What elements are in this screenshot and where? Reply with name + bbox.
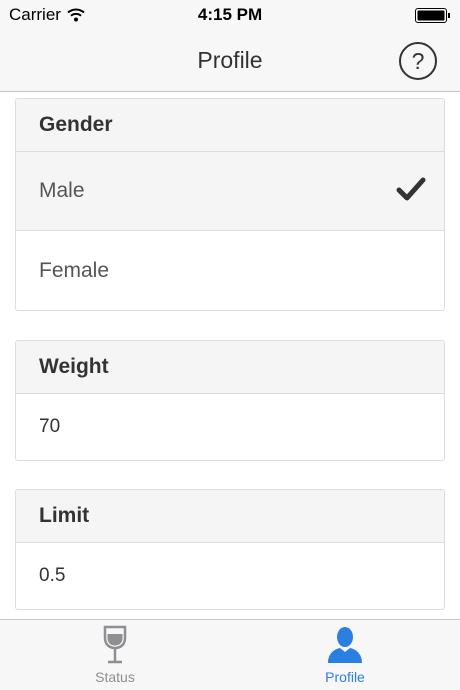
tab-status[interactable]: Status — [0, 620, 230, 690]
gender-option-label: Female — [39, 258, 110, 282]
gender-option-male[interactable]: Male — [16, 152, 444, 231]
gender-option-label: Male — [39, 179, 85, 202]
weight-heading: Weight — [16, 341, 444, 394]
help-circle-icon: ? — [411, 47, 425, 74]
screen: Carrier 4:15 PM Profile ? Gender Male Fe… — [0, 0, 460, 690]
limit-panel: Limit 0.5 — [15, 489, 445, 610]
content: Gender Male Female Weight 70 Limit 0.5 — [0, 92, 460, 619]
weight-panel: Weight 70 — [15, 340, 445, 461]
gender-panel: Gender Male Female — [15, 98, 445, 311]
limit-heading: Limit — [16, 490, 444, 543]
tab-profile[interactable]: Profile — [230, 620, 460, 690]
battery-icon — [415, 8, 450, 23]
gender-option-female[interactable]: Female — [16, 231, 444, 310]
gender-heading: Gender — [16, 99, 444, 152]
status-bar: Carrier 4:15 PM — [0, 0, 460, 30]
weight-field[interactable]: 70 — [16, 394, 444, 460]
status-time: 4:15 PM — [197, 5, 263, 24]
wine-glass-icon — [103, 625, 127, 664]
page-title: Profile — [197, 47, 263, 73]
tab-status-label: Status — [95, 669, 135, 685]
tab-profile-label: Profile — [325, 669, 365, 685]
nav-bar: Profile ? — [0, 30, 460, 92]
checkmark-icon — [396, 177, 426, 201]
limit-field[interactable]: 0.5 — [16, 543, 444, 609]
person-icon — [328, 627, 362, 663]
tab-bar: Status Profile — [0, 619, 460, 690]
help-button[interactable]: ? — [399, 42, 437, 80]
